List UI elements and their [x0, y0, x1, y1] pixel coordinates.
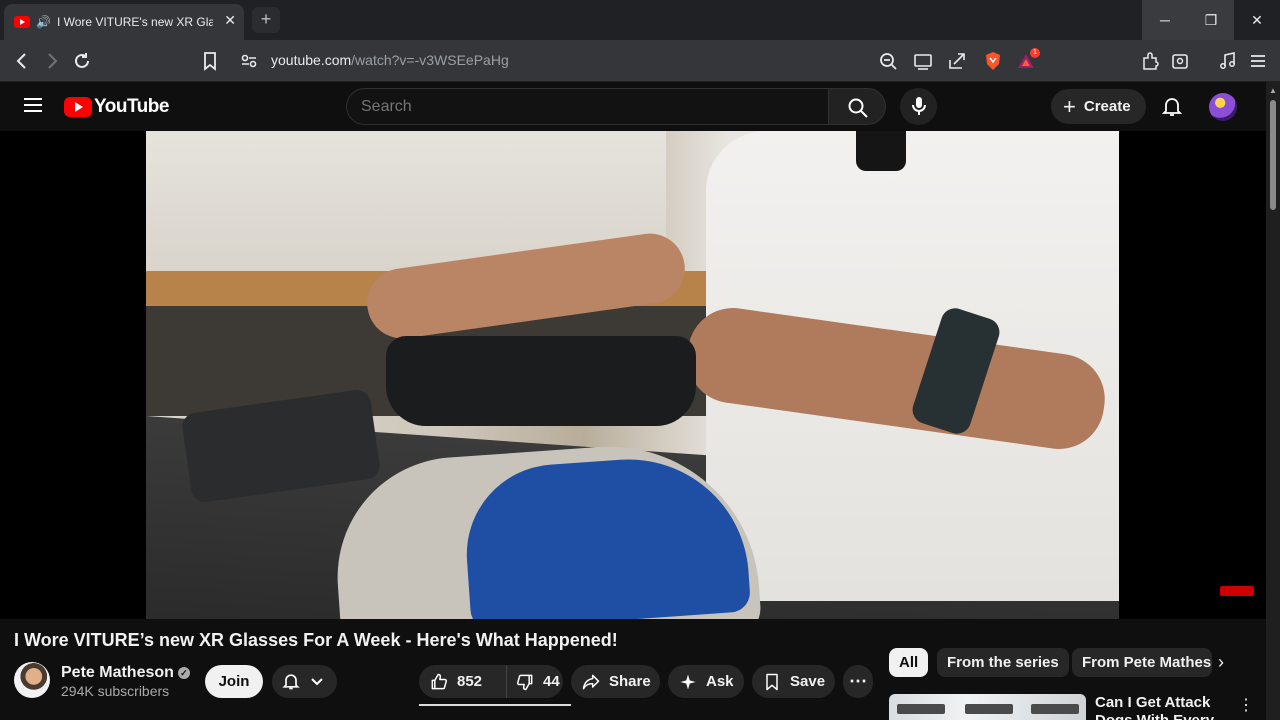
speaker-icon[interactable]: 🔊 [36, 15, 51, 29]
chevron-right-icon[interactable]: › [1218, 652, 1224, 673]
recommendation-title[interactable]: Can I Get Attack Dogs With Every [1095, 694, 1215, 720]
chip-from-the-series[interactable]: From the series [937, 648, 1069, 677]
chip-all[interactable]: All [889, 648, 929, 677]
voice-search-button[interactable] [900, 88, 937, 125]
sparkle-icon [680, 674, 696, 689]
page-scrollbar[interactable]: ▲ [1266, 82, 1280, 720]
cast-icon[interactable] [912, 50, 934, 72]
channel-name-text: Pete Matheson [61, 664, 174, 681]
share-label: Share [609, 673, 651, 690]
chevron-down-icon [311, 678, 323, 686]
notification-settings-button[interactable] [272, 665, 337, 698]
recommendation-menu-icon[interactable]: ⋮ [1238, 695, 1254, 715]
window-minimize-button[interactable]: ─ [1142, 0, 1188, 40]
url-path: /watch?v=-v3WSEePaHg [351, 52, 509, 68]
join-button[interactable]: Join [205, 665, 263, 698]
youtube-logo[interactable]: YouTube [64, 96, 169, 117]
dislike-button[interactable]: 44 [507, 672, 560, 692]
guide-menu-icon[interactable] [24, 98, 42, 112]
recommendation-thumbnail[interactable] [889, 694, 1086, 720]
create-button[interactable]: + Create [1051, 89, 1146, 124]
window-restore-button[interactable]: ❐ [1188, 0, 1234, 40]
search-button[interactable] [828, 88, 886, 125]
rewards-badge: 1 [1030, 48, 1040, 58]
youtube-favicon-icon [14, 16, 30, 28]
search-box [346, 88, 828, 125]
extensions-icon[interactable] [1139, 50, 1161, 72]
like-dislike-group: 852 44 [419, 665, 563, 698]
wallet-icon[interactable] [1169, 50, 1191, 72]
like-button[interactable]: 852 [419, 665, 507, 698]
brave-shields-icon[interactable] [982, 50, 1004, 72]
like-ratio-bar [419, 704, 571, 706]
bell-icon [282, 674, 300, 690]
youtube-header: YouTube + Create [0, 82, 1280, 131]
window-close-button[interactable]: ✕ [1234, 0, 1280, 40]
channel-avatar[interactable] [14, 662, 50, 698]
verified-badge-icon: ✓ [177, 667, 190, 679]
search-icon [848, 98, 868, 118]
media-controls-icon[interactable] [1217, 50, 1239, 72]
save-button[interactable]: Save [752, 665, 835, 698]
video-title: I Wore VITURE’s new XR Glasses For A Wee… [14, 630, 618, 650]
thumbs-down-icon [516, 674, 533, 690]
new-tab-button[interactable]: + [252, 7, 280, 33]
account-avatar[interactable] [1209, 93, 1237, 121]
zoom-icon[interactable] [877, 50, 899, 72]
share-icon [582, 674, 600, 689]
more-actions-button[interactable]: ⋯ [843, 665, 873, 698]
plus-icon: + [1063, 93, 1076, 119]
video-player[interactable] [0, 131, 1266, 619]
browser-tab-active[interactable]: 🔊 I Wore VITURE's new XR Glass ✕ [4, 4, 244, 40]
save-label: Save [790, 673, 826, 690]
chip-from-pete-matheson[interactable]: From Pete Matheson [1072, 648, 1212, 677]
site-settings-icon[interactable] [238, 50, 260, 72]
tab-title: I Wore VITURE's new XR Glass [56, 15, 213, 29]
youtube-logo-text: YouTube [94, 96, 169, 117]
scrollbar-thumb[interactable] [1270, 100, 1276, 210]
like-count: 852 [457, 673, 483, 690]
youtube-logo-icon [64, 97, 92, 117]
share-page-icon[interactable] [946, 50, 968, 72]
subscriber-count: 294K subscribers [61, 683, 170, 699]
channel-name[interactable]: Pete Matheson ✓ [61, 664, 190, 682]
scroll-up-arrow-icon[interactable]: ▲ [1269, 86, 1277, 95]
screen: 🔊 I Wore VITURE's new XR Glass ✕ + ─ ❐ ✕… [0, 0, 1280, 720]
ask-label: Ask [706, 673, 734, 690]
url-host: youtube.com [271, 52, 352, 68]
save-bookmark-icon [766, 673, 778, 690]
address-bar-url[interactable]: youtube.com/watch?v=-v3WSEePaHg [271, 52, 509, 68]
subscribe-watermark-icon[interactable] [1220, 586, 1254, 596]
dislike-count: 44 [543, 673, 560, 690]
bookmark-icon[interactable] [199, 50, 221, 72]
reload-icon[interactable] [71, 50, 93, 72]
microphone-icon [912, 97, 926, 115]
search-input[interactable] [361, 98, 801, 116]
browser-menu-icon[interactable] [1247, 50, 1269, 72]
tab-close-icon[interactable]: ✕ [224, 12, 236, 29]
browser-tabstrip: 🔊 I Wore VITURE's new XR Glass ✕ + ─ ❐ ✕ [0, 0, 1280, 40]
forward-icon[interactable] [41, 50, 63, 72]
browser-toolbar: youtube.com/watch?v=-v3WSEePaHg [0, 40, 1280, 82]
share-button[interactable]: Share [571, 665, 660, 698]
video-frame[interactable] [146, 131, 1119, 619]
back-icon[interactable] [11, 50, 33, 72]
ask-button[interactable]: Ask [668, 665, 744, 698]
notifications-bell-icon[interactable] [1160, 94, 1184, 118]
thumbs-up-icon [431, 673, 448, 689]
create-label: Create [1083, 98, 1131, 115]
